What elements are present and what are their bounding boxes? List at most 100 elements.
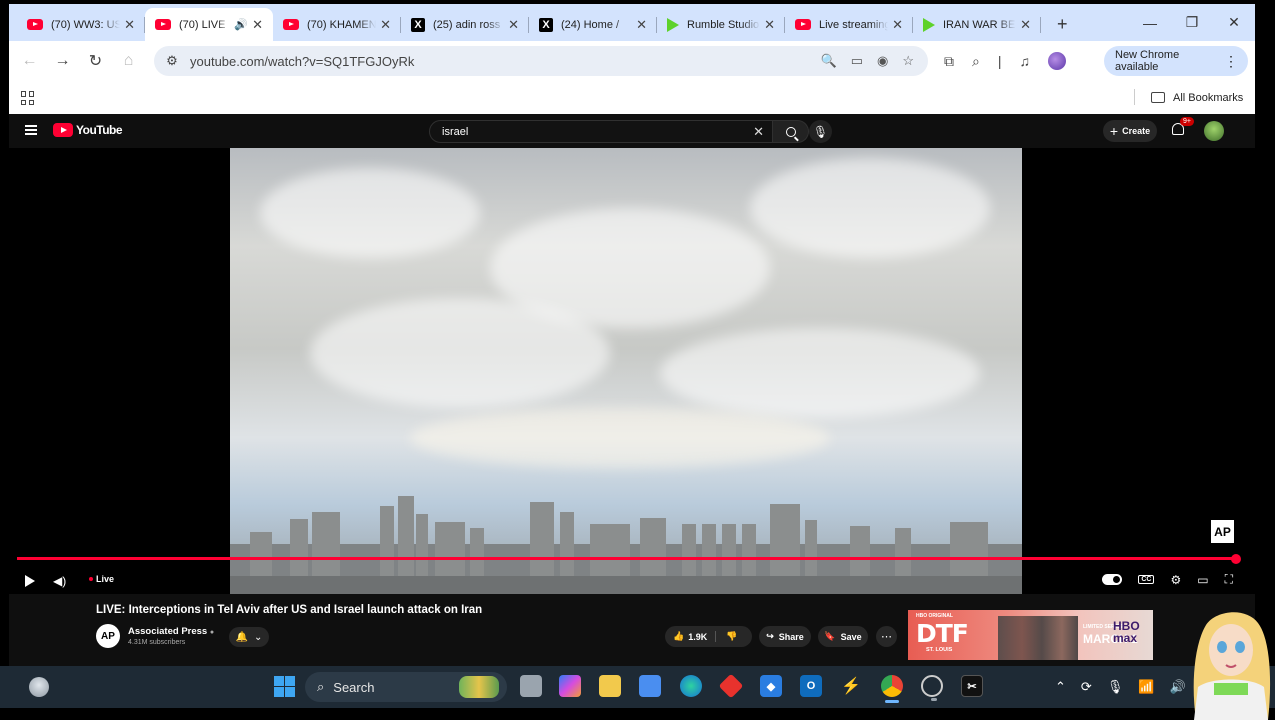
youtube-search-input[interactable]: israel ✕ (429, 120, 773, 143)
share-button[interactable]: ↪ Share (759, 626, 811, 647)
media-control-icon[interactable]: ♫ (1019, 53, 1030, 69)
profile-avatar[interactable] (1047, 52, 1066, 70)
theater-mode-icon[interactable]: ▭ (1197, 573, 1208, 587)
tab-live[interactable]: (70) LIVE 🔊 ✕ (145, 8, 273, 41)
task-view-icon[interactable] (520, 675, 542, 697)
search-tab-icon[interactable]: ⌕ (972, 53, 980, 70)
tab-audio-icon[interactable]: 🔊 (234, 18, 248, 31)
extensions-icon[interactable]: ⧉ (944, 53, 954, 70)
volume-icon[interactable]: ◀) (53, 574, 66, 588)
tab-adin-ross[interactable]: X (25) adin ross ✕ (401, 8, 529, 41)
start-button[interactable] (274, 676, 295, 697)
hbo-ad-banner[interactable]: HBO ORIGINAL DTF ST. LOUIS LIMITED SERIE… (908, 610, 1153, 660)
play-icon[interactable] (25, 575, 35, 587)
home-icon[interactable]: ⌂ (112, 52, 145, 70)
tab-title: Rumble Studio (687, 18, 760, 31)
youtube-favicon-icon (283, 19, 299, 30)
zoom-icon[interactable]: 🔍 (821, 53, 837, 69)
channel-avatar[interactable]: AP (96, 624, 120, 648)
autoplay-toggle[interactable] (1102, 574, 1123, 585)
scrubber-handle[interactable] (1231, 553, 1241, 564)
voice-search-icon[interactable]: 🎙 (809, 120, 832, 143)
tab-close-icon[interactable]: ✕ (508, 17, 519, 33)
tab-close-icon[interactable]: ✕ (380, 17, 391, 33)
new-chrome-button[interactable]: New Chrome available ⋮ (1104, 46, 1248, 76)
address-bar[interactable]: ⚙ youtube.com/watch?v=SQ1TFGJOyRk 🔍 ▭ ◉ … (154, 46, 928, 76)
site-info-icon[interactable]: ⚙ (154, 53, 190, 69)
tab-rumble-studio[interactable]: Rumble Studio ✕ (657, 8, 785, 41)
youtube-logo[interactable]: YouTube (53, 123, 123, 137)
streamer-avatar-overlay (1193, 612, 1271, 720)
hamburger-menu-icon[interactable] (25, 125, 37, 135)
tab-x-home[interactable]: X (24) Home / ✕ (529, 8, 657, 41)
taskbar-search-label: Search (333, 679, 375, 695)
tab-close-icon[interactable]: ✕ (636, 17, 647, 33)
new-tab-icon[interactable]: + (1057, 14, 1068, 35)
subscribed-bell-button[interactable]: 🔔 ⌄ (229, 627, 269, 647)
save-button[interactable]: 🔖 Save (818, 626, 868, 647)
youtube-account-avatar[interactable] (1204, 121, 1224, 141)
video-player[interactable]: AP ◀) Live CC ⚙ ▭ ⛶ (9, 148, 1245, 594)
captions-icon[interactable]: CC (1138, 575, 1155, 584)
toolbar-right-icons: ⧉ ⌕ | ♫ (944, 41, 1066, 81)
tab-close-icon[interactable]: ✕ (764, 17, 775, 33)
dislike-button[interactable]: 👎 (716, 631, 737, 642)
apps-grid-icon[interactable] (21, 91, 35, 105)
like-count: 1.9K (688, 631, 708, 642)
video-frame[interactable] (230, 148, 1022, 594)
microsoft-store-icon[interactable] (639, 675, 661, 697)
dropbox-icon[interactable]: ◆ (760, 675, 782, 697)
youtube-header: YouTube israel ✕ 🎙 + Create 9+ (9, 114, 1255, 148)
capcut-icon[interactable]: ✂ (961, 675, 983, 697)
all-bookmarks-button[interactable]: All Bookmarks (1151, 81, 1243, 114)
tab-title: (25) adin ross (433, 18, 501, 31)
close-window-icon[interactable]: ✕ (1213, 14, 1255, 31)
url-text[interactable]: youtube.com/watch?v=SQ1TFGJOyRk (190, 54, 821, 69)
live-indicator[interactable]: Live (89, 574, 114, 584)
file-explorer-icon[interactable] (599, 675, 621, 697)
obs-icon[interactable] (921, 675, 943, 701)
more-options-icon[interactable]: ⋯ (876, 626, 897, 647)
search-query[interactable]: israel (442, 126, 468, 138)
tab-live-streaming[interactable]: Live streaming ✕ (785, 8, 913, 41)
minimize-icon[interactable]: — (1129, 15, 1171, 31)
tab-close-icon[interactable]: ✕ (1020, 17, 1031, 33)
fullscreen-icon[interactable]: ⛶ (1225, 572, 1233, 587)
taskbar-search[interactable]: ⌕ Search (305, 672, 507, 702)
youtube-search-button[interactable] (773, 120, 809, 143)
restore-icon[interactable]: ❐ (1171, 14, 1213, 31)
tab-close-icon[interactable]: ✕ (892, 17, 903, 33)
outlook-icon[interactable]: O (800, 675, 822, 697)
menu-dots-icon[interactable]: ⋮ (1224, 53, 1238, 70)
reload-icon[interactable]: ↻ (79, 51, 112, 71)
tab-khamenei[interactable]: (70) KHAMEN ✕ (273, 8, 401, 41)
edge-icon[interactable] (680, 675, 702, 697)
tab-close-icon[interactable]: ✕ (124, 17, 135, 33)
tab-iran-war[interactable]: IRAN WAR BE ✕ (913, 8, 1041, 41)
back-icon[interactable]: ← (13, 52, 46, 70)
channel-name[interactable]: Associated Press ● (128, 626, 214, 637)
tab-close-icon[interactable]: ✕ (252, 17, 263, 33)
bookmark-star-icon[interactable]: ☆ (902, 53, 914, 69)
chevron-up-icon[interactable]: ⌃ (1055, 679, 1066, 695)
settings-gear-icon[interactable]: ⚙ (1170, 573, 1181, 587)
cast-icon[interactable]: ▭ (851, 53, 863, 69)
eye-icon[interactable]: ◉ (877, 53, 888, 69)
copilot-icon[interactable] (559, 675, 581, 697)
weather-icon[interactable] (29, 677, 49, 697)
clear-search-icon[interactable]: ✕ (753, 124, 764, 140)
share-label: Share (778, 631, 804, 642)
chrome-icon[interactable] (881, 675, 903, 703)
create-button[interactable]: + Create (1103, 120, 1157, 142)
sync-icon[interactable]: ⟳ (1081, 679, 1092, 695)
tab-ww3[interactable]: (70) WW3: US ✕ (17, 8, 145, 41)
forward-icon[interactable]: → (46, 52, 79, 70)
youtube-favicon-icon (27, 19, 43, 30)
progress-bar[interactable] (17, 553, 1241, 564)
red-app-icon[interactable] (718, 673, 744, 699)
microphone-icon[interactable]: 🎙 (1107, 679, 1124, 695)
like-button[interactable]: 👍 1.9K (665, 631, 717, 642)
channel-name-text[interactable]: Associated Press (128, 626, 207, 637)
vs-code-icon[interactable]: ⚡ (840, 675, 862, 697)
wifi-icon[interactable]: 📶 (1138, 679, 1154, 695)
